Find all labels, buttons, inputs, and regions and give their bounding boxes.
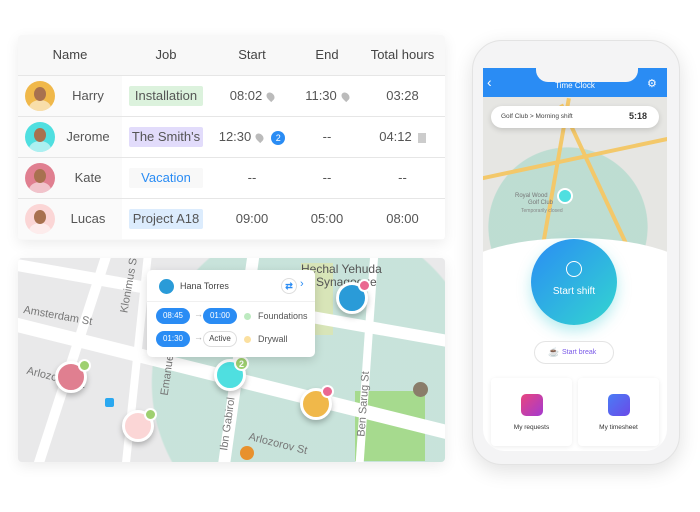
end-cell: -- — [294, 117, 360, 157]
job-label: Foundations — [258, 311, 308, 321]
museum-icon — [413, 382, 428, 397]
job-tag[interactable]: Installation — [129, 86, 203, 106]
header-end: End — [315, 47, 339, 62]
coffee-icon: ☕ — [548, 347, 560, 357]
start-cell: 12:30 2 — [210, 117, 294, 157]
chevron-right-icon[interactable]: › — [300, 278, 304, 290]
my-requests-tile[interactable]: My requests — [491, 378, 572, 446]
end-time: 11:30 — [305, 88, 337, 103]
table-row[interactable]: Lucas Project A18 09:00 05:00 08:00 — [18, 198, 445, 239]
employee-name: Hana Torres — [180, 281, 229, 291]
entry-start: 08:45 — [156, 308, 190, 324]
tile-label: My requests — [513, 424, 550, 431]
job-color-dot — [244, 336, 251, 343]
total-hours: -- — [398, 170, 407, 185]
team-map[interactable]: Amsterdam St Klonimus St Arlozorov St Ar… — [18, 258, 445, 462]
time-clock-screen: ‹ Time Clock ⚙ Royal Wood Golf Club Temp… — [483, 68, 667, 451]
user-location-avatar — [557, 188, 573, 204]
table-row[interactable]: Jerome The Smith's 12:30 2 -- 04:12 — [18, 116, 445, 157]
header-job: Job — [155, 47, 177, 62]
map-place-label: Golf Club — [528, 200, 554, 206]
job-tag[interactable]: The Smith's — [129, 127, 203, 147]
start-shift-label: Start shift — [552, 286, 596, 297]
start-time: -- — [247, 170, 257, 185]
total-cell: 04:12 — [360, 117, 445, 157]
sync-icon[interactable]: ⇄ — [281, 278, 297, 294]
employee-name: Jerome — [66, 129, 110, 144]
table-row[interactable]: Harry Installation 08:02 11:30 03:28 — [18, 75, 445, 116]
start-cell: -- — [210, 158, 294, 198]
total-cell: 03:28 — [360, 76, 445, 116]
location-pin-icon[interactable] — [339, 90, 351, 103]
status-dot — [144, 408, 157, 421]
employee-name: Harry — [72, 88, 104, 103]
entry-end: 01:00 — [203, 308, 237, 324]
document-icon[interactable] — [417, 132, 426, 143]
job-label: Drywall — [258, 334, 288, 344]
start-shift-button[interactable]: Start shift — [531, 239, 617, 325]
start-break-label: Start break — [562, 349, 597, 356]
avatar — [25, 163, 55, 193]
avatar — [25, 204, 55, 234]
employee-name: Lucas — [70, 211, 106, 226]
tile-label: My timesheet — [599, 424, 638, 431]
phone-mockup: ‹ Time Clock ⚙ Royal Wood Golf Club Temp… — [472, 40, 680, 465]
cafe-icon — [240, 446, 254, 460]
bus-stop-icon — [105, 398, 114, 407]
status-dot — [321, 385, 334, 398]
header-start: Start — [238, 47, 266, 62]
header-total-hours: Total hours — [370, 47, 435, 62]
entry-status: Active — [203, 331, 237, 347]
start-time: 08:02 — [229, 88, 263, 103]
my-timesheet-tile[interactable]: My timesheet — [578, 378, 659, 446]
start-time: 12:30 — [218, 129, 252, 144]
end-time: 05:00 — [310, 211, 344, 226]
avatar — [25, 122, 55, 152]
job-tag[interactable]: Project A18 — [129, 209, 203, 229]
settings-gear-icon[interactable]: ⚙ — [647, 77, 657, 90]
screen-title: Time Clock — [555, 81, 595, 90]
total-hours: 08:00 — [386, 211, 419, 226]
timesheet-calendar-icon — [608, 394, 630, 416]
total-cell: -- — [360, 158, 445, 198]
stopwatch-icon — [566, 261, 582, 277]
avatar — [25, 81, 55, 111]
requests-check-icon — [521, 394, 543, 416]
header-name: Name — [52, 47, 88, 62]
entry-start: 01:30 — [156, 331, 190, 347]
job-color-dot — [244, 313, 251, 320]
start-break-button[interactable]: ☕ Start break — [534, 341, 614, 364]
table-row[interactable]: Kate Vacation -- -- -- — [18, 157, 445, 198]
status-dot — [78, 359, 91, 372]
avatar — [159, 279, 174, 294]
end-time: -- — [322, 170, 332, 185]
start-cell: 09:00 — [210, 199, 294, 239]
end-time: -- — [322, 129, 332, 144]
location-pin-icon[interactable] — [254, 131, 266, 144]
total-hours: 03:28 — [386, 88, 419, 103]
job-tag[interactable]: Vacation — [129, 168, 203, 188]
map-place-label: Royal Wood — [515, 193, 548, 199]
map-place-label: Temporarily closed — [521, 208, 563, 214]
total-hours: 04:12 — [379, 129, 412, 144]
cluster-count-badge: 2 — [234, 356, 249, 371]
shift-location: Golf Club > Morning shift — [501, 113, 573, 120]
start-time: 09:00 — [235, 211, 269, 226]
count-badge[interactable]: 2 — [271, 130, 286, 145]
employee-name: Kate — [74, 170, 102, 185]
end-cell: 05:00 — [294, 199, 360, 239]
shift-timer: 5:18 — [628, 111, 647, 121]
location-pin-icon[interactable] — [265, 90, 277, 103]
total-cell: 08:00 — [360, 199, 445, 239]
status-dot — [358, 279, 371, 292]
timesheet-table: Name Job Start End Total hours Harry Ins… — [18, 35, 445, 240]
employee-popup: Hana Torres ⇄ › 08:45 → 01:00 Foundation… — [147, 270, 315, 357]
shift-location-bar[interactable]: Golf Club > Morning shift 5:18 — [491, 106, 659, 128]
start-cell: 08:02 — [210, 76, 294, 116]
end-cell: -- — [294, 158, 360, 198]
end-cell: 11:30 — [294, 76, 360, 116]
